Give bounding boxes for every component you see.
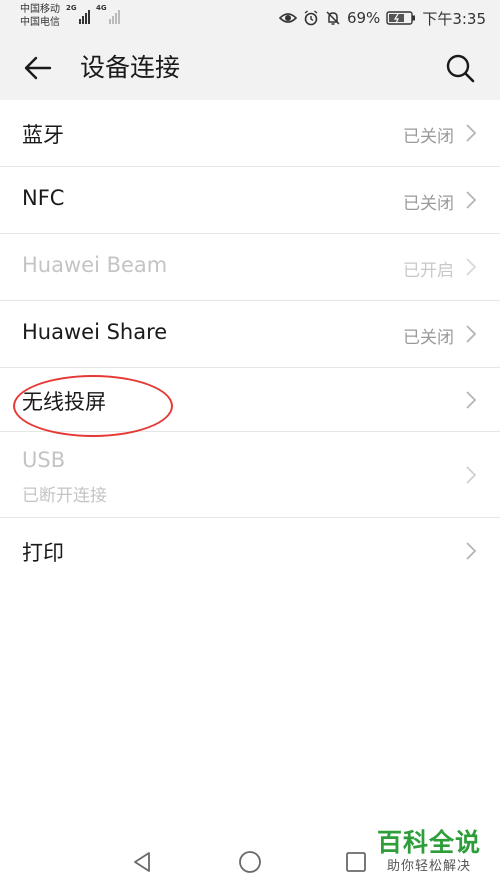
chevron-right-icon xyxy=(466,124,477,142)
chevron-right-icon xyxy=(466,191,477,209)
item-status: 已关闭 xyxy=(403,194,454,214)
back-button[interactable] xyxy=(20,50,56,86)
square-recents-icon xyxy=(346,852,366,872)
status-bar: 中国移动 中国电信 2G 4G 69% 下午3:35 xyxy=(0,0,500,36)
item-title: 蓝牙 xyxy=(22,123,64,147)
watermark-sub: 助你轻松解决 xyxy=(386,859,471,874)
carrier-labels: 中国移动 中国电信 xyxy=(20,3,60,29)
carrier-1: 中国移动 xyxy=(20,4,60,15)
item-title: USB xyxy=(22,448,66,472)
item-title: 无线投屏 xyxy=(22,390,106,414)
item-title: 打印 xyxy=(22,541,64,565)
item-status: 已关闭 xyxy=(403,328,454,348)
nav-home-button[interactable] xyxy=(238,850,262,874)
search-button[interactable] xyxy=(442,50,478,86)
item-title: Huawei Beam xyxy=(22,253,168,277)
mute-bell-icon xyxy=(326,11,340,25)
carrier-2: 中国电信 xyxy=(20,17,60,28)
eye-comfort-icon xyxy=(278,13,297,23)
battery-icon xyxy=(386,11,416,25)
list-item-huawei-share[interactable]: Huawei Share 已关闭 xyxy=(0,301,500,368)
triangle-back-icon xyxy=(134,852,150,872)
chevron-right-icon xyxy=(466,325,477,343)
chevron-right-icon xyxy=(466,258,477,276)
network-type-1: 2G xyxy=(66,4,77,12)
nav-back-button[interactable] xyxy=(131,850,155,874)
battery-percent: 69% xyxy=(346,9,381,27)
network-type-2: 4G xyxy=(96,4,107,12)
item-subtitle: 已断开连接 xyxy=(22,486,107,506)
chevron-right-icon xyxy=(466,391,477,409)
item-title: NFC xyxy=(22,186,65,210)
signal-strength-icon: 2G xyxy=(66,4,96,24)
watermark-main: 百科全说 xyxy=(376,828,481,857)
list-item-nfc[interactable]: NFC 已关闭 xyxy=(0,167,500,234)
clock-time: 下午3:35 xyxy=(422,9,486,28)
page-title: 设备连接 xyxy=(80,53,181,82)
chevron-right-icon xyxy=(466,542,477,560)
item-status: 已开启 xyxy=(403,261,454,281)
list-item-print[interactable]: 打印 xyxy=(0,518,500,584)
list-item-usb: USB 已断开连接 xyxy=(0,432,500,518)
alarm-clock-icon xyxy=(304,10,318,26)
arrow-left-icon xyxy=(24,56,52,80)
app-bar: 设备连接 xyxy=(0,36,500,100)
list-item-bluetooth[interactable]: 蓝牙 已关闭 xyxy=(0,100,500,167)
chevron-right-icon xyxy=(466,466,477,484)
item-title: Huawei Share xyxy=(22,320,168,344)
circle-home-icon xyxy=(239,851,261,873)
list-item-wireless-projection[interactable]: 无线投屏 xyxy=(0,368,500,432)
search-icon xyxy=(446,54,475,83)
settings-list: 蓝牙 已关闭 NFC 已关闭 Huawei Beam 已开启 Huawei Sh… xyxy=(0,100,500,584)
watermark-logo: 百科全说 助你轻松解决 xyxy=(374,828,484,884)
nav-recents-button[interactable] xyxy=(344,850,368,874)
item-status: 已关闭 xyxy=(403,127,454,147)
list-item-huawei-beam: Huawei Beam 已开启 xyxy=(0,234,500,301)
signal-strength-icon-2: 4G xyxy=(96,4,126,24)
